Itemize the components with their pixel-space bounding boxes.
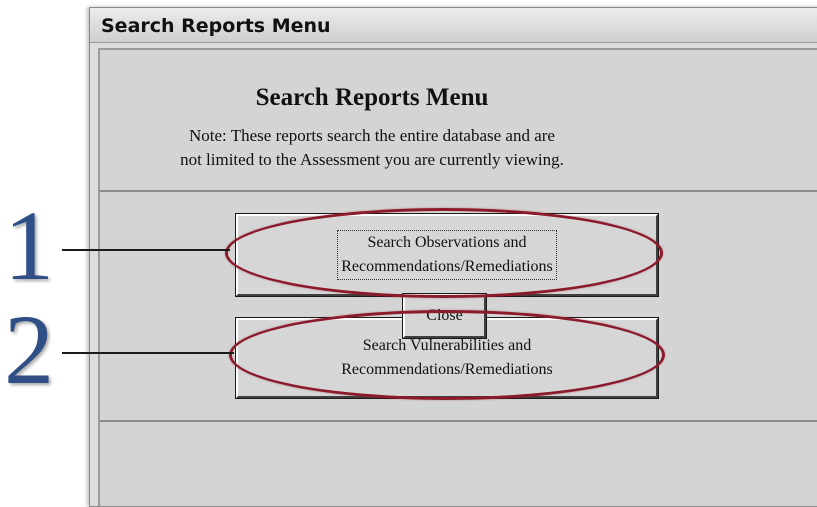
note-line-1: Note: These reports search the entire da… [189, 126, 555, 145]
close-button[interactable]: Close [402, 293, 487, 339]
vulnerabilities-label-line-2: Recommendations/Remediations [341, 361, 553, 378]
window-title: Search Reports Menu [101, 15, 331, 37]
callout-line-1 [62, 249, 230, 251]
callout-number-2: 2 [4, 294, 54, 405]
callout-number-1: 1 [4, 190, 54, 301]
dialog-client-area: Search Reports Menu Note: These reports … [98, 48, 817, 506]
note-line-2: not limited to the Assessment you are cu… [180, 150, 564, 169]
search-observations-button[interactable]: Search Observations and Recommendations/… [235, 213, 659, 297]
dialog-header-section: Search Reports Menu Note: These reports … [100, 50, 817, 192]
search-reports-window: Search Reports Menu Search Reports Menu … [89, 7, 817, 507]
focus-indicator: Search Observations and Recommendations/… [337, 230, 557, 280]
callout-line-2 [62, 352, 234, 354]
observations-label-line-1: Search Observations and [367, 234, 527, 251]
dialog-heading: Search Reports Menu [255, 84, 489, 111]
window-titlebar[interactable]: Search Reports Menu [90, 8, 817, 43]
dialog-note: Note: These reports search the entire da… [100, 124, 644, 172]
observations-label-line-2: Recommendations/Remediations [341, 258, 553, 275]
vulnerabilities-label: Search Vulnerabilities and Recommendatio… [341, 334, 553, 382]
